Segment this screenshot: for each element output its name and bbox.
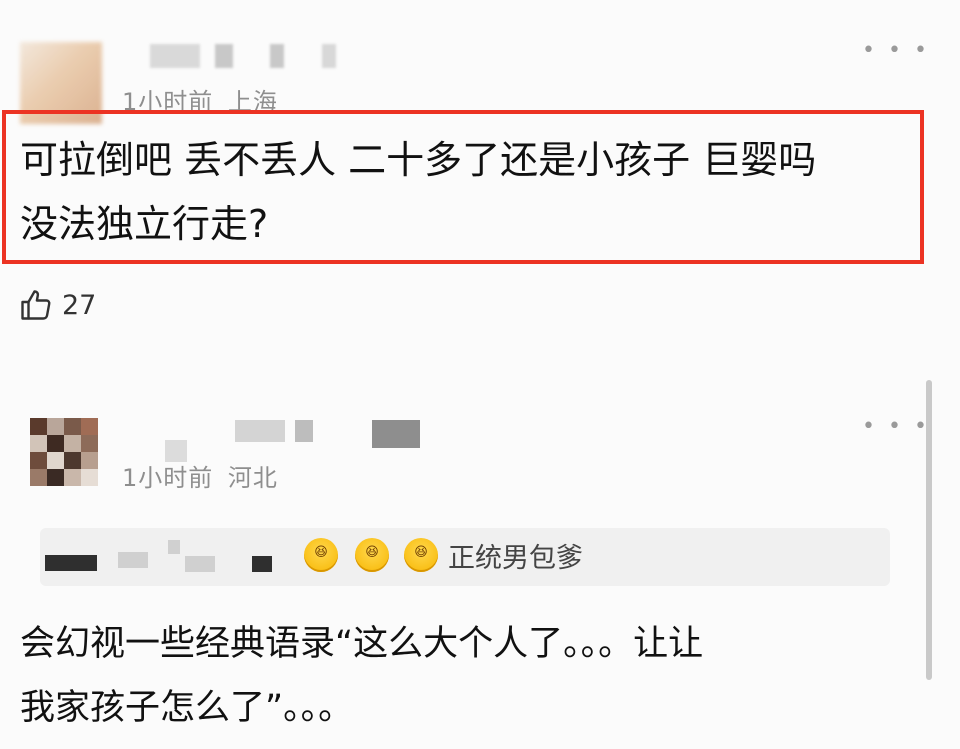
quoted-username-blurred (252, 556, 272, 572)
like-count: 27 (62, 289, 97, 321)
more-horizontal-icon[interactable]: • • • (862, 40, 930, 62)
username-blurred (270, 44, 284, 68)
quoted-text: 正统男包爹 (448, 543, 583, 574)
comment-text: 可拉倒吧 丢不丢人 二十多了还是小孩子 巨婴吗 没法独立行走? (20, 128, 920, 256)
laughing-emoji-icon: 😆 (355, 538, 389, 572)
laughing-emoji-icon: 😆 (304, 538, 338, 572)
comment-text-line: 我家孩子怎么了”。。。 (20, 688, 354, 728)
comment-text-line: 没法独立行走? (20, 202, 269, 246)
quoted-username-blurred (118, 552, 148, 568)
avatar[interactable] (30, 418, 98, 486)
username-blurred[interactable] (150, 44, 200, 68)
comment-location: 河北 (227, 464, 278, 492)
comment-text-line: 会幻视一些经典语录“这么大个人了。。。让让 (20, 624, 704, 664)
comment-text: 会幻视一些经典语录“这么大个人了。。。让让 我家孩子怎么了”。。。 (20, 612, 920, 740)
username-blurred (215, 44, 233, 68)
quoted-username-blurred (168, 540, 180, 554)
username-blurred (295, 420, 313, 442)
like-button[interactable]: 27 (18, 285, 96, 325)
username-blurred (322, 44, 336, 68)
comment-meta: 1小时前 河北 (122, 458, 278, 493)
comment-text-line: 可拉倒吧 丢不丢人 二十多了还是小孩子 巨婴吗 (20, 138, 817, 182)
more-horizontal-icon[interactable]: • • • (862, 416, 930, 438)
comment-time: 1小时前 (122, 464, 214, 492)
thumbs-up-icon (21, 290, 51, 320)
quoted-username-blurred (45, 555, 97, 571)
quoted-username-blurred (185, 556, 215, 572)
laughing-emoji-icon: 😆 (404, 538, 438, 572)
username-blurred (235, 420, 285, 442)
username-blurred (372, 420, 420, 448)
comment-feed: 1小时前 上海 • • • 可拉倒吧 丢不丢人 二十多了还是小孩子 巨婴吗 没法… (0, 0, 960, 749)
